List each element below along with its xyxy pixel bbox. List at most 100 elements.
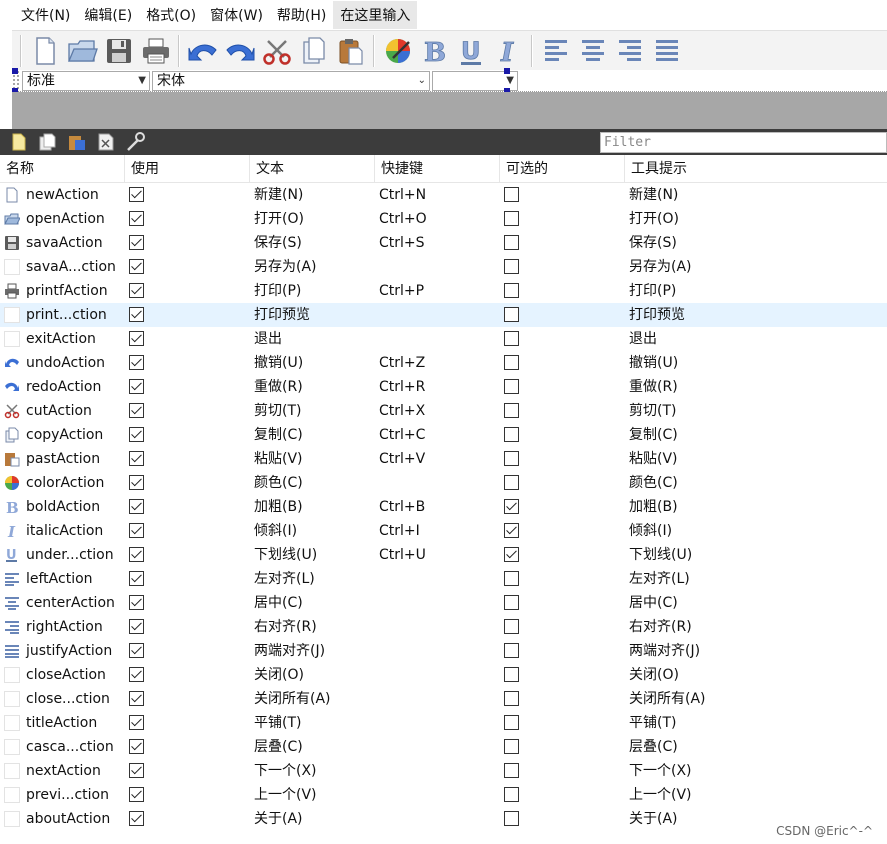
menu-type-here[interactable]: 在这里输入	[333, 1, 418, 29]
checkable-checkbox[interactable]	[504, 499, 519, 514]
used-checkbox[interactable]	[129, 235, 144, 250]
table-row[interactable]: savaAction 保存(S) Ctrl+S 保存(S)	[0, 231, 887, 255]
table-row[interactable]: leftAction 左对齐(L) 左对齐(L)	[0, 567, 887, 591]
used-checkbox[interactable]	[129, 355, 144, 370]
table-row[interactable]: justifyAction 两端对齐(J) 两端对齐(J)	[0, 639, 887, 663]
table-row[interactable]: openAction 打开(O) Ctrl+O 打开(O)	[0, 207, 887, 231]
table-row[interactable]: nextAction 下一个(X) 下一个(X)	[0, 759, 887, 783]
checkable-checkbox[interactable]	[504, 739, 519, 754]
checkable-checkbox[interactable]	[504, 619, 519, 634]
used-checkbox[interactable]	[129, 307, 144, 322]
table-row[interactable]: IitalicAction 倾斜(I) Ctrl+I 倾斜(I)	[0, 519, 887, 543]
table-row[interactable]: close...ction 关闭所有(A) 关闭所有(A)	[0, 687, 887, 711]
checkable-checkbox[interactable]	[504, 379, 519, 394]
font-combo[interactable]: 宋体 ⌄	[152, 71, 430, 91]
table-row[interactable]: pastAction 粘贴(V) Ctrl+V 粘贴(V)	[0, 447, 887, 471]
table-row[interactable]: casca...ction 层叠(C) 层叠(C)	[0, 735, 887, 759]
save-icon[interactable]	[100, 33, 137, 69]
used-checkbox[interactable]	[129, 523, 144, 538]
checkable-checkbox[interactable]	[504, 643, 519, 658]
print-icon[interactable]	[137, 33, 174, 69]
checkable-checkbox[interactable]	[504, 475, 519, 490]
checkable-checkbox[interactable]	[504, 667, 519, 682]
new-icon[interactable]	[26, 33, 63, 69]
used-checkbox[interactable]	[129, 787, 144, 802]
used-checkbox[interactable]	[129, 379, 144, 394]
checkable-checkbox[interactable]	[504, 307, 519, 322]
column-header-name[interactable]: 名称	[0, 155, 125, 183]
checkable-checkbox[interactable]	[504, 763, 519, 778]
used-checkbox[interactable]	[129, 427, 144, 442]
copy-action-icon[interactable]	[33, 130, 62, 154]
checkable-checkbox[interactable]	[504, 211, 519, 226]
filter-input[interactable]: Filter	[600, 132, 887, 153]
new-action-icon[interactable]	[4, 130, 33, 154]
used-checkbox[interactable]	[129, 595, 144, 610]
cut-icon[interactable]	[258, 33, 295, 69]
table-row[interactable]: centerAction 居中(C) 居中(C)	[0, 591, 887, 615]
checkable-checkbox[interactable]	[504, 691, 519, 706]
used-checkbox[interactable]	[129, 547, 144, 562]
selection-handle[interactable]	[504, 68, 510, 74]
used-checkbox[interactable]	[129, 571, 144, 586]
table-row[interactable]: printfAction 打印(P) Ctrl+P 打印(P)	[0, 279, 887, 303]
redo-icon[interactable]	[221, 33, 258, 69]
table-row[interactable]: previ...ction 上一个(V) 上一个(V)	[0, 783, 887, 807]
column-header-checkable[interactable]: 可选的	[500, 155, 625, 183]
menu-edit[interactable]: 编辑(E)	[77, 1, 139, 29]
menu-help[interactable]: 帮助(H)	[270, 1, 333, 29]
style-combo[interactable]: 标准 ▼	[22, 71, 150, 91]
checkable-checkbox[interactable]	[504, 787, 519, 802]
checkable-checkbox[interactable]	[504, 355, 519, 370]
used-checkbox[interactable]	[129, 739, 144, 754]
table-row[interactable]: savaA...ction 另存为(A) 另存为(A)	[0, 255, 887, 279]
checkable-checkbox[interactable]	[504, 235, 519, 250]
used-checkbox[interactable]	[129, 259, 144, 274]
column-header-used[interactable]: 使用	[125, 155, 250, 183]
used-checkbox[interactable]	[129, 211, 144, 226]
column-header-tooltip[interactable]: 工具提示	[625, 155, 887, 183]
bold-icon[interactable]: B	[416, 33, 453, 69]
align-right-icon[interactable]	[611, 33, 648, 69]
table-row[interactable]: print...ction 打印预览 打印预览	[0, 303, 887, 327]
menu-window[interactable]: 窗体(W)	[203, 1, 270, 29]
paste-action-icon[interactable]	[62, 130, 91, 154]
checkable-checkbox[interactable]	[504, 715, 519, 730]
table-row[interactable]: undoAction 撤销(U) Ctrl+Z 撤销(U)	[0, 351, 887, 375]
selection-handle[interactable]	[12, 68, 18, 74]
used-checkbox[interactable]	[129, 499, 144, 514]
column-header-shortcut[interactable]: 快捷键	[375, 155, 500, 183]
checkable-checkbox[interactable]	[504, 403, 519, 418]
table-row[interactable]: titleAction 平铺(T) 平铺(T)	[0, 711, 887, 735]
table-row[interactable]: colorAction 颜色(C) 颜色(C)	[0, 471, 887, 495]
italic-icon[interactable]: I	[490, 33, 527, 69]
table-row[interactable]: aboutAction 关于(A) 关于(A)	[0, 807, 887, 831]
checkable-checkbox[interactable]	[504, 331, 519, 346]
paste-icon[interactable]	[332, 33, 369, 69]
open-icon[interactable]	[63, 33, 100, 69]
checkable-checkbox[interactable]	[504, 427, 519, 442]
used-checkbox[interactable]	[129, 715, 144, 730]
checkable-checkbox[interactable]	[504, 259, 519, 274]
copy-icon[interactable]	[295, 33, 332, 69]
table-row[interactable]: closeAction 关闭(O) 关闭(O)	[0, 663, 887, 687]
checkable-checkbox[interactable]	[504, 523, 519, 538]
used-checkbox[interactable]	[129, 691, 144, 706]
table-row[interactable]: exitAction 退出 退出	[0, 327, 887, 351]
used-checkbox[interactable]	[129, 643, 144, 658]
used-checkbox[interactable]	[129, 475, 144, 490]
menu-file[interactable]: 文件(N)	[14, 1, 77, 29]
used-checkbox[interactable]	[129, 283, 144, 298]
column-header-text[interactable]: 文本	[250, 155, 375, 183]
used-checkbox[interactable]	[129, 331, 144, 346]
delete-action-icon[interactable]	[91, 130, 120, 154]
undo-icon[interactable]	[184, 33, 221, 69]
table-row[interactable]: redoAction 重做(R) Ctrl+R 重做(R)	[0, 375, 887, 399]
checkable-checkbox[interactable]	[504, 187, 519, 202]
checkable-checkbox[interactable]	[504, 811, 519, 826]
used-checkbox[interactable]	[129, 667, 144, 682]
configure-icon[interactable]	[120, 130, 149, 154]
underline-icon[interactable]: U	[453, 33, 490, 69]
menu-format[interactable]: 格式(O)	[139, 1, 203, 29]
table-row[interactable]: rightAction 右对齐(R) 右对齐(R)	[0, 615, 887, 639]
